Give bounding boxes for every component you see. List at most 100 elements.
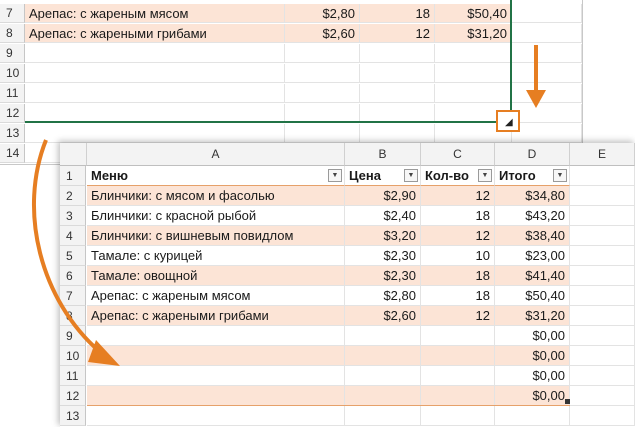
filter-dropdown-icon[interactable]: ▼ [328,169,342,182]
row-header[interactable]: 11 [60,366,86,386]
cell-menu[interactable] [87,346,345,366]
cell-total[interactable]: $31,20 [495,306,570,326]
cell-menu[interactable] [87,326,345,346]
cell-qty[interactable]: 18 [421,266,495,286]
cell-total[interactable]: $34,80 [495,186,570,206]
row-header[interactable]: 2 [60,186,86,206]
cell-price[interactable] [345,366,421,386]
cell-qty[interactable]: 10 [421,246,495,266]
cell-empty[interactable] [570,306,635,326]
cell-total[interactable]: $0,00 [495,386,570,406]
filter-dropdown-icon[interactable]: ▼ [478,169,492,182]
column-header-a[interactable]: A [87,143,345,166]
row-header[interactable]: 13 [60,406,86,426]
row-header[interactable]: 12 [60,386,86,406]
cell-menu[interactable] [87,406,345,426]
row-header[interactable]: 6 [60,266,86,286]
cell-qty[interactable] [421,326,495,346]
cell-empty[interactable] [570,266,635,286]
cell-empty[interactable] [512,104,582,123]
cell-total[interactable]: $0,00 [495,326,570,346]
cell-empty[interactable] [570,286,635,306]
cell-empty[interactable] [512,44,582,63]
cell-menu[interactable]: Арепас: с жареными грибами [87,306,345,326]
cell-price[interactable]: $2,90 [345,186,421,206]
row-header[interactable]: 14 [0,144,25,163]
row-header[interactable]: 8 [60,306,86,326]
header-menu[interactable]: Меню ▼ [87,166,345,186]
cell-price[interactable] [345,386,421,406]
cell-total[interactable]: $0,00 [495,366,570,386]
cell-qty[interactable] [421,346,495,366]
cell-menu[interactable]: Тамале: с курицей [87,246,345,266]
cell-empty[interactable] [570,226,635,246]
cell-menu[interactable] [25,124,285,143]
fill-handle-highlight[interactable]: ◢ [496,110,520,132]
cell-qty[interactable]: 18 [421,206,495,226]
column-header-c[interactable]: C [421,143,495,166]
cell-empty[interactable] [570,346,635,366]
select-all-corner[interactable] [60,143,87,166]
column-header-d[interactable]: D [495,143,570,166]
header-total[interactable]: Итого ▼ [495,166,570,186]
cell-total[interactable]: $43,20 [495,206,570,226]
row-header[interactable]: 4 [60,226,86,246]
row-header[interactable]: 9 [0,44,25,63]
cell-empty[interactable] [570,386,635,406]
row-header[interactable]: 11 [0,84,25,103]
cell-price[interactable]: $2,30 [345,266,421,286]
row-header[interactable]: 13 [0,124,25,143]
cell-empty[interactable] [512,84,582,103]
filter-dropdown-icon[interactable]: ▼ [404,169,418,182]
cell-menu[interactable]: Тамале: овощной [87,266,345,286]
cell-price[interactable] [345,326,421,346]
cell-qty[interactable]: 12 [421,226,495,246]
cell-empty[interactable] [512,64,582,83]
row-header[interactable]: 1 [60,166,86,186]
cell-price[interactable] [285,124,360,143]
cell-empty[interactable] [570,366,635,386]
row-header[interactable]: 7 [0,4,25,23]
cell-menu[interactable]: Блинчики: с красной рыбой [87,206,345,226]
cell-total[interactable] [495,406,570,426]
cell-empty[interactable] [570,186,635,206]
cell-menu[interactable]: Блинчики: с вишневым повидлом [87,226,345,246]
cell-empty[interactable] [570,326,635,346]
cell-qty[interactable] [421,406,495,426]
cell-price[interactable]: $2,30 [345,246,421,266]
filter-dropdown-icon[interactable]: ▼ [553,169,567,182]
cell-empty[interactable] [570,206,635,226]
cell-price[interactable] [345,406,421,426]
cell-menu[interactable]: Арепас: с жареным мясом [87,286,345,306]
cell-menu[interactable] [87,386,345,406]
cell-total[interactable]: $0,00 [495,346,570,366]
header-qty[interactable]: Кол-во ▼ [421,166,495,186]
row-header[interactable]: 5 [60,246,86,266]
cell-price[interactable] [345,346,421,366]
cell-qty[interactable] [360,124,435,143]
row-header[interactable]: 3 [60,206,86,226]
cell-empty[interactable] [512,124,582,143]
cell-price[interactable]: $3,20 [345,226,421,246]
cell-menu[interactable]: Блинчики: с мясом и фасолью [87,186,345,206]
cell-qty[interactable]: 12 [421,186,495,206]
cell-empty[interactable] [512,24,582,43]
row-header[interactable]: 12 [0,104,25,123]
cell-price[interactable]: $2,80 [345,286,421,306]
cell-total[interactable]: $41,40 [495,266,570,286]
cell-total[interactable]: $50,40 [495,286,570,306]
cell-empty[interactable] [512,4,582,23]
cell-price[interactable]: $2,40 [345,206,421,226]
cell-qty[interactable]: 18 [421,286,495,306]
row-header[interactable]: 9 [60,326,86,346]
cell-qty[interactable]: 12 [421,306,495,326]
cell-qty[interactable] [421,366,495,386]
row-header[interactable]: 10 [0,64,25,83]
cell-total[interactable]: $38,40 [495,226,570,246]
row-header[interactable]: 8 [0,24,25,43]
cell-price[interactable]: $2,60 [345,306,421,326]
cell-menu[interactable] [87,366,345,386]
row-header[interactable]: 7 [60,286,86,306]
table-resize-handle[interactable] [565,399,570,404]
column-header-b[interactable]: B [345,143,421,166]
